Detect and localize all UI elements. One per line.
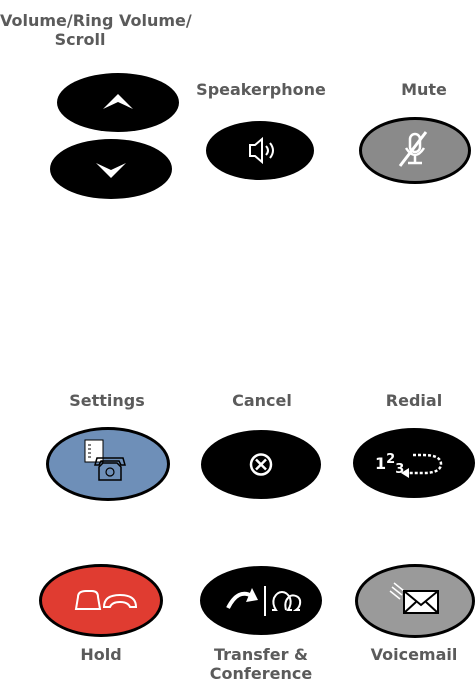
speaker-icon (249, 136, 274, 165)
speakerphone-button[interactable] (206, 121, 314, 180)
volume-up-button[interactable] (57, 73, 179, 132)
volume-down-button[interactable] (50, 139, 172, 199)
muted-microphone-icon (398, 131, 428, 167)
redial-arrow-icon: 123 (375, 452, 443, 478)
transfer-conference-label: Transfer & Conference (201, 645, 321, 683)
redial-button[interactable]: 123 (353, 428, 475, 498)
voicemail-label: Voicemail (370, 645, 458, 664)
volume-label-line1: Volume/Ring Volume/ (0, 11, 192, 30)
transfer-label-line1: Transfer & (214, 645, 308, 664)
voicemail-envelope-icon (389, 582, 439, 614)
settings-button[interactable] (46, 427, 170, 501)
cancel-x-icon (249, 453, 273, 476)
hold-button[interactable] (39, 564, 163, 637)
mute-label: Mute (401, 80, 447, 99)
hold-label: Hold (80, 645, 122, 664)
transfer-conference-button[interactable] (200, 566, 322, 635)
voicemail-button[interactable] (355, 564, 475, 638)
transfer-label-line2: Conference (209, 664, 313, 683)
cancel-button[interactable] (201, 430, 321, 499)
settings-label: Settings (69, 391, 145, 410)
chevron-down-icon (96, 163, 126, 178)
volume-label: Volume/Ring Volume/ Scroll (0, 11, 192, 49)
redial-digits: 123 (375, 452, 404, 477)
redial-label: Redial (385, 391, 443, 410)
mute-button[interactable] (359, 117, 471, 184)
chevron-up-icon (103, 94, 133, 109)
transfer-conference-icon (226, 586, 302, 616)
hold-phone-icon (74, 590, 138, 610)
cancel-label: Cancel (232, 391, 292, 410)
settings-phone-icon (84, 439, 126, 481)
volume-label-line2: Scroll (54, 30, 106, 49)
speakerphone-label: Speakerphone (196, 80, 326, 99)
